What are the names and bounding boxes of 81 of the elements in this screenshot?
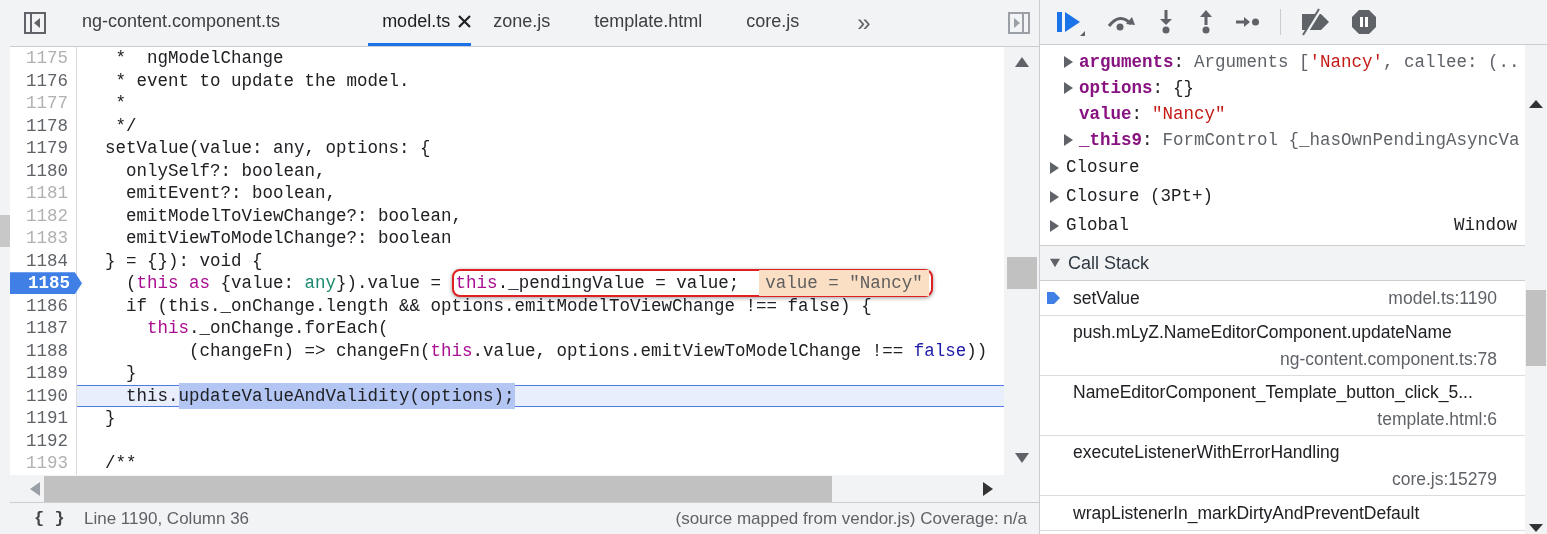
line-number[interactable]: 1176 bbox=[26, 67, 76, 94]
line-number[interactable]: 1190 bbox=[26, 382, 76, 409]
code-line: */ bbox=[114, 114, 138, 137]
scope-value: Window bbox=[1454, 214, 1517, 238]
line-number[interactable]: 1186 bbox=[26, 292, 76, 319]
scope-variable[interactable]: value: "Nancy" bbox=[1079, 100, 1226, 128]
line-number[interactable]: 1180 bbox=[26, 157, 76, 184]
cursor-position: Line 1190, Column 36 bbox=[84, 507, 250, 530]
code-line: this._onChange.forEach( bbox=[146, 317, 390, 340]
source-location-link[interactable]: template.html:6 bbox=[1377, 405, 1497, 432]
expand-icon[interactable] bbox=[1050, 161, 1060, 174]
line-number[interactable]: 1187 bbox=[26, 315, 76, 342]
call-stack-frame[interactable]: wrapListenerIn_markDirtyAndPreventDefault bbox=[1040, 496, 1525, 531]
current-line-highlight: this.updateValueAndValidity(options); bbox=[77, 384, 1005, 407]
scope-variable[interactable]: _this9: FormControl {_hasOwnPendingAsyncVa bbox=[1079, 126, 1520, 154]
code-line: /** bbox=[104, 452, 138, 475]
line-number[interactable]: 1184 bbox=[26, 247, 76, 274]
collapse-icon[interactable] bbox=[1050, 258, 1060, 268]
scroll-right-icon[interactable] bbox=[983, 481, 993, 496]
scope-name[interactable]: Global bbox=[1066, 212, 1129, 239]
function-name: setValue bbox=[1073, 286, 1140, 310]
source-location-link[interactable]: ng-content.component.ts:78 bbox=[1280, 345, 1497, 372]
file-tab[interactable]: ng-content.component.ts bbox=[60, 0, 303, 46]
function-name: NameEditorComponent_Template_button_click_5... bbox=[1073, 381, 1473, 405]
code-line: } bbox=[104, 407, 117, 430]
code-line: * ngModelChange bbox=[114, 47, 285, 70]
source-location-link[interactable]: core.js:15279 bbox=[1391, 465, 1497, 492]
file-tab[interactable]: zone.js bbox=[471, 0, 573, 46]
scope-name[interactable]: Closure (3Pt+) bbox=[1066, 183, 1214, 210]
scrollbar-thumb[interactable] bbox=[1526, 290, 1546, 366]
line-number[interactable]: 1188 bbox=[26, 337, 76, 364]
line-number[interactable]: 1191 bbox=[26, 405, 76, 432]
expand-icon[interactable] bbox=[1050, 219, 1060, 232]
function-name: push.mLyZ.NameEditorComponent.updateName bbox=[1073, 321, 1452, 345]
code-line: } = {}): void { bbox=[104, 249, 264, 272]
file-tab[interactable]: template.html bbox=[572, 0, 725, 46]
scope-variable[interactable]: arguments: Arguments ['Nancy', callee: (.. bbox=[1079, 48, 1520, 76]
expand-icon[interactable] bbox=[1050, 190, 1060, 203]
call-stack-frame[interactable]: setValue model.ts:1190 bbox=[1040, 281, 1525, 316]
scroll-up-icon[interactable] bbox=[1014, 57, 1029, 67]
scope-variable[interactable]: options: {} bbox=[1079, 74, 1195, 102]
function-name: wrapListenerIn_markDirtyAndPreventDefault bbox=[1073, 501, 1420, 526]
sidebar-toggle-icon[interactable] bbox=[1008, 12, 1030, 34]
line-number[interactable]: 1192 bbox=[26, 427, 76, 454]
sidebar-toggle-icon[interactable] bbox=[24, 12, 46, 34]
scrollbar-thumb[interactable] bbox=[1006, 257, 1037, 289]
code-line: emitModelToViewChange?: boolean, bbox=[125, 204, 464, 227]
scrollbar-thumb[interactable] bbox=[44, 475, 832, 502]
deactivate-breakpoints-icon[interactable] bbox=[1301, 8, 1331, 36]
inline-value-callout: this._pendingValue = value; value = "Nancy" bbox=[451, 269, 933, 298]
pause-on-exceptions-icon[interactable] bbox=[1351, 9, 1377, 35]
file-tab[interactable]: model.ts bbox=[368, 0, 472, 46]
more-tabs-button[interactable]: » bbox=[821, 0, 871, 46]
scroll-down-icon[interactable] bbox=[1014, 453, 1029, 463]
code-line: onlySelf?: boolean, bbox=[125, 159, 327, 182]
code-line: (changeFn) => changeFn(this.value, options.emitViewToModelChange !== false)) bbox=[188, 339, 989, 362]
call-stack-header[interactable]: Call Stack bbox=[1040, 245, 1525, 281]
code-line: } bbox=[125, 362, 138, 385]
breakpoint-marker[interactable]: 1185 bbox=[10, 272, 82, 295]
code-line: * event to update the model. bbox=[114, 69, 411, 92]
code-line: setValue(value: any, options: { bbox=[104, 137, 432, 160]
scope-name[interactable]: Closure bbox=[1066, 154, 1140, 181]
scroll-down-icon[interactable] bbox=[1529, 524, 1543, 532]
line-number[interactable]: 1189 bbox=[26, 360, 76, 387]
expand-icon[interactable] bbox=[1064, 56, 1074, 68]
function-name: executeListenerWithErrorHandling bbox=[1073, 441, 1340, 465]
file-tab[interactable]: core.js bbox=[724, 0, 822, 46]
source-location-link[interactable]: model.ts:1190 bbox=[1388, 284, 1497, 312]
expand-icon[interactable] bbox=[1064, 82, 1074, 94]
line-number[interactable]: 1179 bbox=[26, 135, 76, 162]
scrollbar-thumb[interactable] bbox=[0, 215, 10, 247]
step-icon[interactable] bbox=[1236, 15, 1260, 29]
source-map-info: (source mapped from vendor.js) Coverage: n/a bbox=[675, 507, 1027, 530]
pretty-print-icon[interactable]: { } bbox=[34, 505, 74, 532]
expand-icon[interactable] bbox=[1064, 134, 1074, 146]
close-icon[interactable] bbox=[458, 15, 472, 28]
scroll-up-icon[interactable] bbox=[1529, 100, 1543, 108]
line-number[interactable]: 1178 bbox=[26, 112, 76, 139]
code-line: emitEvent?: boolean, bbox=[125, 182, 338, 205]
code-line: emitViewToModelChange?: boolean bbox=[125, 227, 453, 250]
code-line: * bbox=[114, 92, 127, 115]
